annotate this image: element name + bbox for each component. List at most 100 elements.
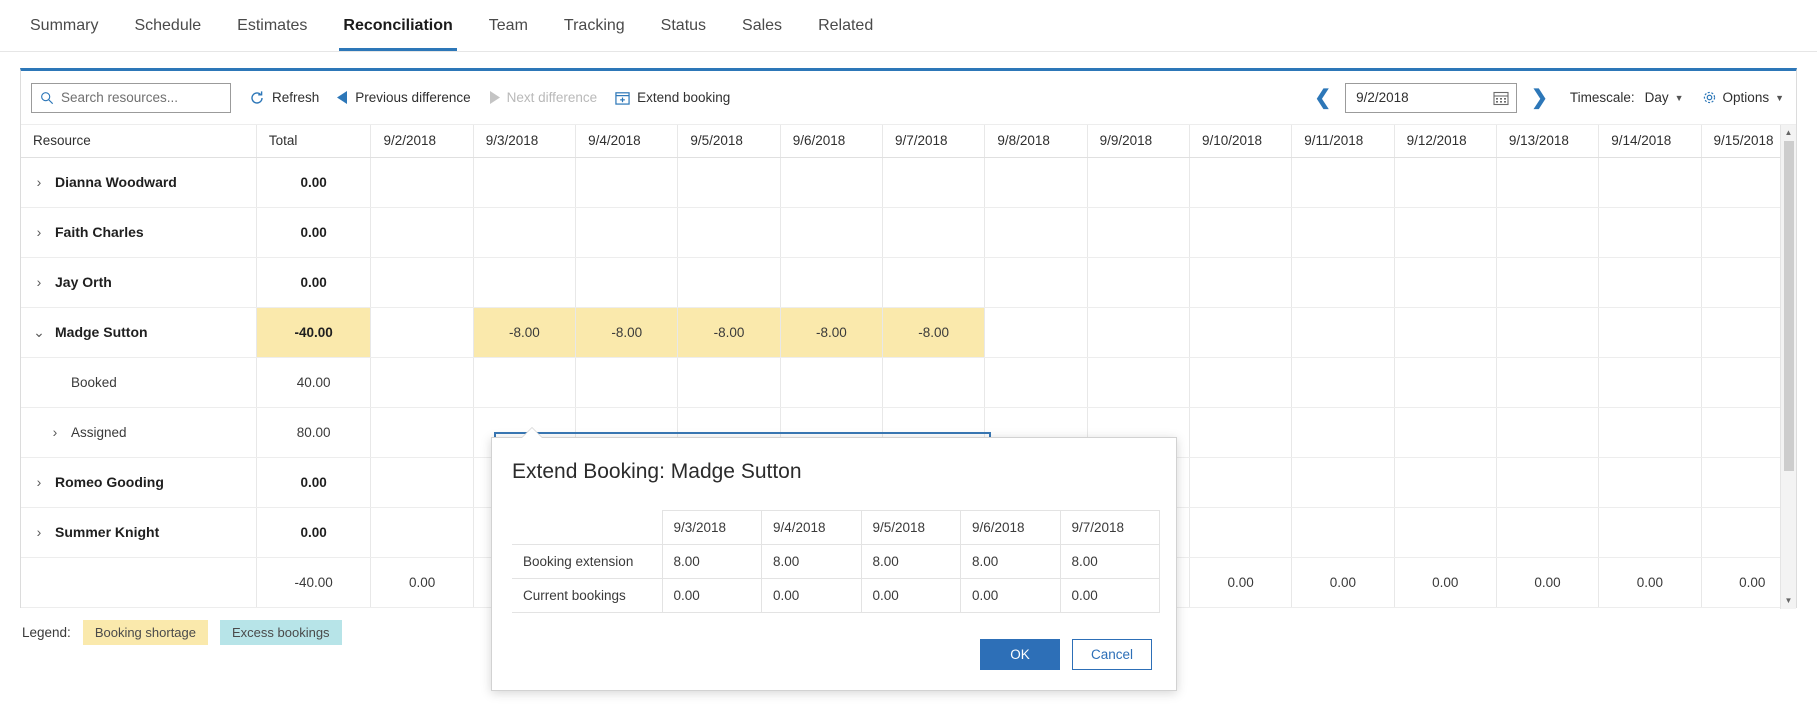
chevron-right-icon[interactable]: › — [33, 275, 45, 289]
day-cell[interactable] — [473, 257, 577, 308]
day-cell[interactable] — [1598, 257, 1702, 308]
day-cell[interactable] — [1189, 357, 1293, 408]
chevron-right-icon[interactable]: › — [33, 525, 45, 539]
day-cell[interactable] — [1189, 457, 1293, 508]
day-cell[interactable] — [575, 257, 679, 308]
day-cell[interactable]: -8.00 — [473, 307, 577, 358]
chevron-right-icon[interactable]: › — [33, 225, 45, 239]
chevron-down-icon[interactable]: ⌄ — [33, 325, 45, 339]
day-cell[interactable] — [984, 207, 1088, 258]
total-cell[interactable]: 0.00 — [256, 507, 372, 558]
day-cell[interactable] — [677, 157, 781, 208]
day-cell[interactable] — [1189, 307, 1293, 358]
day-cell[interactable] — [1189, 207, 1293, 258]
column-header[interactable]: 9/5/2018 — [677, 125, 781, 158]
day-cell[interactable] — [1087, 307, 1190, 358]
day-cell[interactable] — [882, 257, 986, 308]
column-header[interactable]: 9/6/2018 — [780, 125, 884, 158]
day-cell[interactable] — [1496, 157, 1600, 208]
day-cell[interactable]: -8.00 — [780, 307, 884, 358]
day-cell[interactable] — [1189, 507, 1293, 558]
day-cell[interactable] — [1291, 507, 1395, 558]
day-cell[interactable] — [1496, 507, 1600, 558]
extension-value-cell[interactable]: 0.00 — [1059, 578, 1160, 613]
extension-value-cell[interactable]: 8.00 — [960, 544, 1061, 579]
day-cell[interactable] — [473, 357, 577, 408]
extension-value-cell[interactable]: 0.00 — [960, 578, 1061, 613]
tab-team[interactable]: Team — [471, 0, 546, 51]
day-cell[interactable] — [1394, 157, 1497, 208]
day-cell[interactable] — [780, 257, 884, 308]
column-header[interactable]: 9/7/2018 — [882, 125, 986, 158]
day-cell[interactable] — [1087, 207, 1190, 258]
column-header[interactable]: 9/8/2018 — [984, 125, 1088, 158]
chevron-right-icon[interactable]: › — [49, 425, 61, 439]
day-cell[interactable] — [1291, 307, 1395, 358]
day-cell[interactable] — [1394, 207, 1497, 258]
scrollbar-thumb[interactable] — [1784, 141, 1794, 471]
total-cell[interactable]: 0.00 — [256, 257, 372, 308]
day-cell[interactable] — [1394, 407, 1497, 458]
timescale-dropdown[interactable]: Day ▼ — [1645, 90, 1684, 105]
extension-value-cell[interactable]: 8.00 — [761, 544, 862, 579]
day-cell[interactable] — [1598, 457, 1702, 508]
day-cell[interactable] — [1291, 357, 1395, 408]
column-header[interactable]: 9/14/2018 — [1598, 125, 1702, 158]
extension-value-cell[interactable]: 8.00 — [860, 544, 961, 579]
day-cell[interactable] — [370, 357, 474, 408]
previous-period-button[interactable]: ❮ — [1310, 88, 1335, 108]
day-cell[interactable]: -8.00 — [575, 307, 679, 358]
column-header[interactable]: 9/4/2018 — [575, 125, 679, 158]
total-cell[interactable]: 0.00 — [256, 157, 372, 208]
day-cell[interactable] — [1598, 507, 1702, 558]
day-cell[interactable] — [1291, 157, 1395, 208]
tab-summary[interactable]: Summary — [12, 0, 116, 51]
total-cell[interactable]: 0.00 — [256, 457, 372, 508]
day-cell[interactable] — [882, 357, 986, 408]
table-row[interactable]: › Faith Charles 0.00 — [21, 207, 1796, 258]
day-cell[interactable] — [370, 307, 474, 358]
extend-booking-button[interactable]: Extend booking — [615, 90, 730, 105]
day-cell[interactable] — [984, 157, 1088, 208]
tab-related[interactable]: Related — [800, 0, 891, 51]
total-cell[interactable]: -40.00 — [256, 307, 372, 358]
day-cell[interactable] — [1496, 357, 1600, 408]
tab-schedule[interactable]: Schedule — [116, 0, 219, 51]
day-cell[interactable] — [1496, 307, 1600, 358]
calendar-icon[interactable] — [1493, 90, 1509, 106]
day-cell[interactable] — [984, 357, 1088, 408]
day-cell[interactable] — [370, 507, 474, 558]
column-header[interactable]: 9/10/2018 — [1189, 125, 1293, 158]
extension-value-cell[interactable]: 0.00 — [860, 578, 961, 613]
day-cell[interactable]: -8.00 — [677, 307, 781, 358]
total-cell[interactable]: 80.00 — [256, 407, 372, 458]
day-cell[interactable] — [1496, 207, 1600, 258]
scroll-down-arrow[interactable]: ▼ — [1781, 593, 1796, 609]
cancel-button[interactable]: Cancel — [1072, 639, 1152, 670]
tab-estimates[interactable]: Estimates — [219, 0, 325, 51]
day-cell[interactable] — [1291, 257, 1395, 308]
table-row[interactable]: › Jay Orth 0.00 — [21, 257, 1796, 308]
day-cell[interactable] — [370, 457, 474, 508]
next-difference-button[interactable]: Next difference — [489, 90, 597, 105]
day-cell[interactable] — [1087, 157, 1190, 208]
column-header[interactable]: 9/3/2018 — [473, 125, 577, 158]
column-header[interactable]: 9/13/2018 — [1496, 125, 1600, 158]
day-cell[interactable] — [1496, 407, 1600, 458]
chevron-right-icon[interactable]: › — [33, 475, 45, 489]
previous-difference-button[interactable]: Previous difference — [337, 90, 471, 105]
day-cell[interactable] — [473, 207, 577, 258]
day-cell[interactable] — [1598, 357, 1702, 408]
extension-value-cell[interactable]: 8.00 — [1059, 544, 1160, 579]
day-cell[interactable] — [575, 207, 679, 258]
day-cell[interactable] — [677, 207, 781, 258]
vertical-scrollbar[interactable]: ▲ ▼ — [1780, 125, 1796, 609]
day-cell[interactable] — [780, 357, 884, 408]
day-cell[interactable] — [677, 257, 781, 308]
options-dropdown[interactable]: Options ▼ — [1702, 90, 1784, 105]
column-header[interactable]: 9/2/2018 — [370, 125, 474, 158]
day-cell[interactable] — [882, 207, 986, 258]
day-cell[interactable] — [984, 257, 1088, 308]
day-cell[interactable] — [370, 257, 474, 308]
chevron-right-icon[interactable]: › — [33, 175, 45, 189]
